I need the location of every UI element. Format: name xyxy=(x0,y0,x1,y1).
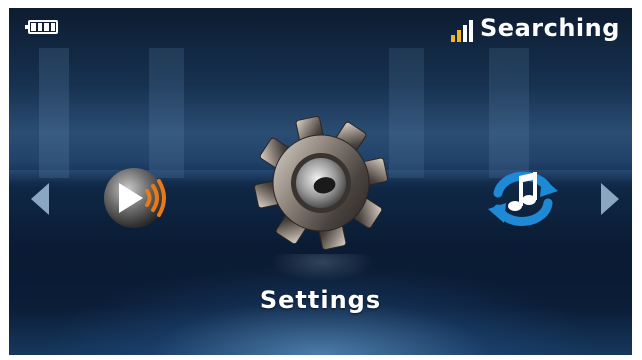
selected-item-label: Settings xyxy=(259,286,382,314)
device-screen: Searching Settings xyxy=(9,8,632,355)
menu-item-music[interactable] xyxy=(482,163,564,239)
battery-full-icon xyxy=(25,20,58,34)
status-bar: Searching xyxy=(9,8,632,44)
menu-item-broadcast[interactable] xyxy=(101,163,171,233)
signal-bars-icon xyxy=(451,20,475,42)
music-sync-icon xyxy=(488,171,558,226)
signal-bar xyxy=(451,35,455,42)
signal-bar xyxy=(457,30,461,42)
signal-bar xyxy=(463,25,467,42)
signal-bar xyxy=(469,20,473,42)
gear-icon xyxy=(254,116,388,250)
triangle-right-icon[interactable] xyxy=(601,183,619,215)
connection-status-text: Searching xyxy=(480,14,620,42)
broadcast-play-icon xyxy=(104,168,166,228)
menu-item-settings[interactable] xyxy=(249,111,394,256)
triangle-left-icon[interactable] xyxy=(31,183,49,215)
